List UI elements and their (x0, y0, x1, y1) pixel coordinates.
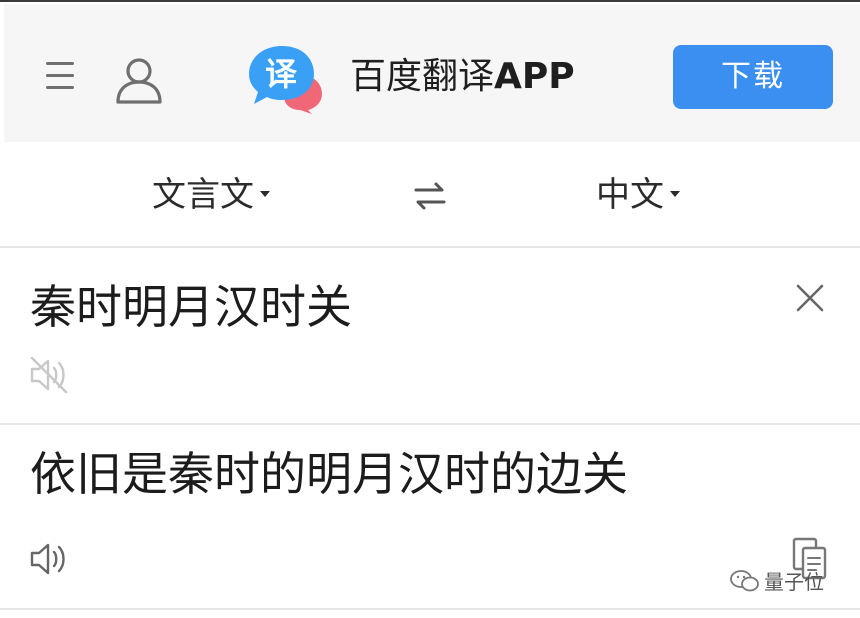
wechat-icon (730, 569, 759, 591)
translate-page: 译 百度翻译APP 下载 文言文 中文 秦时明月汉时关 依旧是秦时的明月汉时的边… (0, 0, 860, 618)
app-suffix: APP (494, 56, 575, 97)
source-language-select[interactable]: 文言文 (152, 172, 270, 218)
app-logo: 译 (246, 44, 324, 114)
close-icon[interactable] (794, 282, 826, 314)
speaker-muted-icon[interactable] (28, 354, 74, 396)
logo-glyph: 译 (265, 55, 298, 93)
source-text-input[interactable]: 秦时明月汉时关 (30, 278, 352, 336)
watermark: 量子位 (730, 566, 824, 594)
menu-icon[interactable] (40, 56, 80, 96)
divider (0, 608, 860, 610)
target-language-label: 中文 (596, 175, 664, 215)
watermark-text: 量子位 (764, 570, 824, 594)
download-button[interactable]: 下载 (673, 45, 833, 109)
caret-down-icon (670, 190, 680, 197)
app-name: 百度翻译 (350, 56, 495, 97)
language-bar: 文言文 中文 (0, 142, 860, 246)
swap-arrows-icon[interactable] (410, 176, 450, 216)
user-icon[interactable] (112, 52, 166, 106)
target-language-select[interactable]: 中文 (596, 172, 680, 218)
app-header: 译 百度翻译APP 下载 (4, 4, 860, 142)
divider (0, 423, 860, 425)
caret-down-icon (260, 190, 270, 197)
source-language-label: 文言文 (152, 175, 254, 215)
app-title: 百度翻译APP (350, 52, 575, 102)
divider (0, 246, 860, 248)
top-border (0, 0, 860, 2)
translation-result: 依旧是秦时的明月汉时的边关 (30, 447, 628, 501)
speaker-icon[interactable] (28, 538, 74, 580)
